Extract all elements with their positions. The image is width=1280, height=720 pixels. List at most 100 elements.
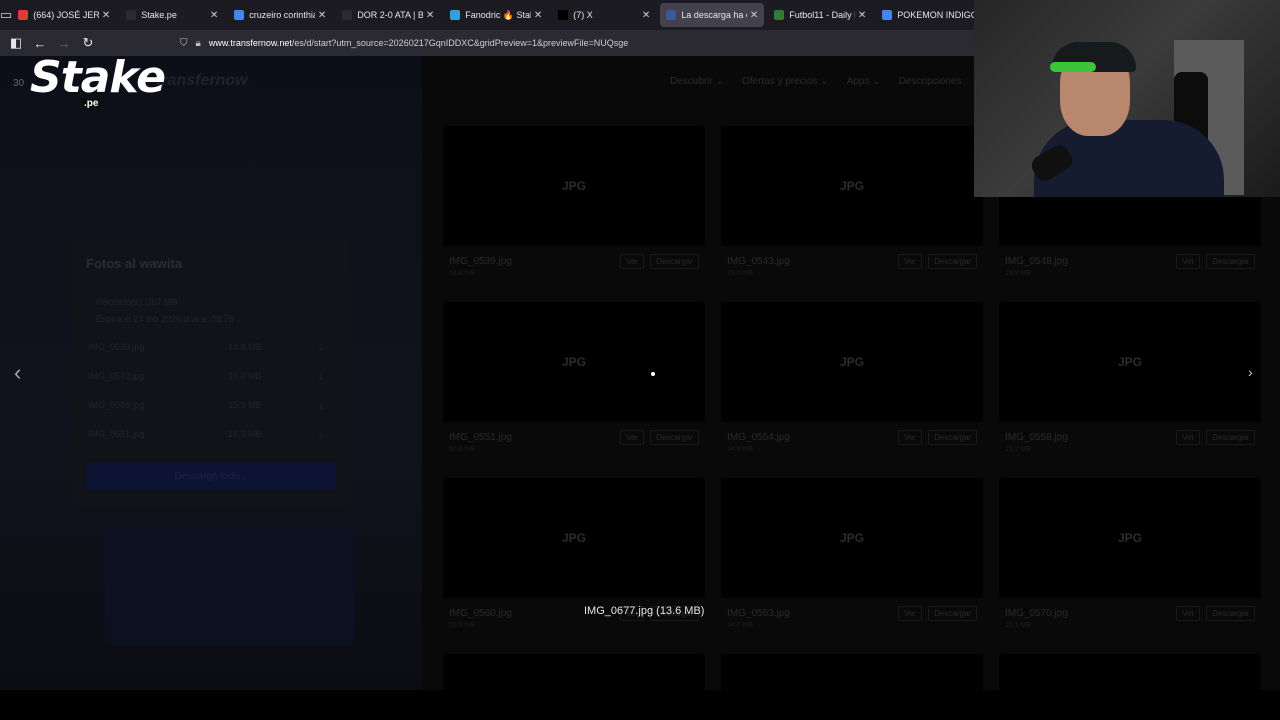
file-tile-name: IMG_0570.jpg bbox=[1005, 608, 1068, 619]
eye-icon[interactable]: ◌ bbox=[288, 342, 310, 353]
file-list: IMG_0539.jpg 14.8 MB ◌ ⤓ IMG_0543.jpg 15.0 MB… bbox=[86, 342, 336, 440]
file-tile-size: 16.3 MB bbox=[449, 446, 476, 453]
file-tile-size: 14.8 MB bbox=[449, 270, 476, 277]
close-tab-icon[interactable]: ✕ bbox=[534, 10, 542, 21]
view-button[interactable]: Ver bbox=[1176, 606, 1201, 621]
file-size: 15.9 MB bbox=[228, 400, 262, 410]
download-button[interactable]: Descargar bbox=[650, 430, 699, 445]
close-tab-icon[interactable]: ✕ bbox=[426, 10, 434, 21]
download-button[interactable]: Descargar bbox=[650, 254, 699, 269]
download-button[interactable]: Descargar bbox=[928, 606, 977, 621]
close-tab-icon[interactable]: ✕ bbox=[642, 10, 650, 21]
view-button[interactable]: Ver bbox=[1176, 430, 1201, 445]
view-button[interactable]: Ver bbox=[1176, 254, 1201, 269]
close-tab-icon[interactable]: ✕ bbox=[102, 10, 110, 21]
site-nav-item[interactable]: Ofertas y precios ⌄ bbox=[742, 76, 829, 87]
tab-favicon-icon bbox=[342, 10, 353, 20]
file-tile-size: 15.5 MB bbox=[449, 622, 476, 629]
file-tile-name: IMG_0543.jpg bbox=[727, 256, 790, 267]
file-tile-info: IMG_0554.jpg Ver Descargar bbox=[721, 422, 983, 445]
arrow-left-icon[interactable]: ← bbox=[28, 36, 52, 51]
eye-icon[interactable]: ◌ bbox=[288, 429, 310, 440]
arrow-right-icon[interactable]: → bbox=[52, 36, 76, 51]
lock-icon[interactable]: 🔒︎ bbox=[196, 38, 201, 49]
download-button[interactable]: Descargar bbox=[1206, 606, 1255, 621]
file-thumbnail[interactable] bbox=[443, 654, 705, 690]
url-bar[interactable]: ⛉ 🔒︎ www.transfernow.net/es/d/start?utm_… bbox=[180, 33, 974, 53]
download-button[interactable]: Descargar bbox=[928, 430, 977, 445]
download-button[interactable]: Descargar bbox=[928, 254, 977, 269]
bottom-bar bbox=[0, 690, 1280, 720]
file-tile-size: 15.0 MB bbox=[727, 270, 754, 277]
tab-label: POKEMON INDIGO bbox=[897, 10, 975, 20]
browser-tab[interactable]: cruzeiro corinthians✕ bbox=[228, 3, 332, 27]
browser-tab[interactable]: DOR 2-0 ATA | Borus✕ bbox=[336, 3, 440, 27]
file-tile[interactable]: JPG IMG_0558.jpg Ver Descargar 15.2 MB bbox=[999, 302, 1261, 454]
view-button[interactable]: Ver bbox=[898, 606, 923, 621]
download-button[interactable]: Descargar bbox=[1206, 430, 1255, 445]
file-tile[interactable]: JPG IMG_0539.jpg Ver Descargar 14.8 MB bbox=[443, 126, 705, 278]
view-button[interactable]: Ver bbox=[620, 430, 645, 445]
site-nav-item[interactable]: Apps ⌄ bbox=[847, 76, 881, 87]
file-thumbnail[interactable]: JPG bbox=[443, 126, 705, 246]
webcam-cap-brim bbox=[1050, 62, 1096, 72]
download-icon[interactable]: ⤓ bbox=[310, 400, 332, 411]
browser-tab[interactable]: La descarga ha com✕ bbox=[660, 3, 765, 27]
file-thumbnail[interactable] bbox=[999, 654, 1261, 690]
file-thumbnail[interactable]: JPG bbox=[721, 126, 983, 246]
chevron-right-icon[interactable]: › bbox=[1248, 364, 1253, 380]
sidebar-toggle-icon[interactable]: ◧ bbox=[4, 35, 28, 51]
site-nav-item[interactable]: Descubrir ⌄ bbox=[670, 76, 724, 87]
download-icon[interactable]: ⤓ bbox=[310, 371, 332, 382]
close-tab-icon[interactable]: ✕ bbox=[318, 10, 326, 21]
file-thumbnail[interactable]: JPG bbox=[443, 302, 705, 422]
close-tab-icon[interactable]: ✕ bbox=[210, 10, 218, 21]
eye-icon[interactable]: ◌ bbox=[288, 371, 310, 382]
file-thumbnail[interactable]: JPG bbox=[721, 302, 983, 422]
close-tab-icon[interactable]: ✕ bbox=[750, 10, 758, 21]
url-domain: www.transfernow.net bbox=[208, 38, 292, 48]
file-tile-name: IMG_0539.jpg bbox=[449, 256, 512, 267]
browser-tab[interactable]: Stake.pe ✕ bbox=[120, 3, 224, 27]
download-all-button[interactable]: Descarga todo ↓ bbox=[86, 462, 336, 490]
list-tabs-icon[interactable]: ▭ bbox=[0, 0, 12, 30]
tracking-shield-icon[interactable]: ⛉ bbox=[180, 38, 188, 49]
eye-icon[interactable]: ◌ bbox=[288, 400, 310, 411]
file-size: 15.0 MB bbox=[228, 371, 262, 381]
site-nav-item[interactable]: Descripciones bbox=[899, 76, 962, 87]
file-thumbnail[interactable]: JPG bbox=[443, 478, 705, 598]
file-tile[interactable]: JPG IMG_0551.jpg Ver Descargar 16.3 MB bbox=[443, 302, 705, 454]
tab-label: La descarga ha com bbox=[681, 10, 747, 20]
file-tile[interactable]: JPG IMG_0570.jpg Ver Descargar 15.1 MB bbox=[999, 478, 1261, 630]
browser-tab[interactable]: (7) X ✕ bbox=[552, 3, 656, 27]
chevron-left-icon[interactable]: ‹ bbox=[14, 360, 21, 386]
file-thumbnail[interactable]: JPG bbox=[721, 478, 983, 598]
file-thumbnail[interactable]: JPG bbox=[999, 302, 1261, 422]
tab-strip: ▭ (664) JOSÉ JERÍ YA N✕Stake.pe✕cruzeiro… bbox=[0, 0, 980, 30]
file-tile[interactable]: JPG IMG_0554.jpg Ver Descargar 14.9 MB bbox=[721, 302, 983, 454]
file-tile-name: IMG_0551.jpg bbox=[449, 432, 512, 443]
download-button[interactable]: Descargar bbox=[1206, 254, 1255, 269]
view-button[interactable]: Ver bbox=[898, 430, 923, 445]
file-row: IMG_0539.jpg 14.8 MB ◌ ⤓ bbox=[86, 342, 336, 353]
browser-tab[interactable]: Fanodric 🔥 Stak ✕ bbox=[444, 3, 548, 27]
view-button[interactable]: Ver bbox=[620, 254, 645, 269]
file-thumbnail[interactable]: JPG bbox=[999, 478, 1261, 598]
file-tile[interactable]: JPG IMG_0563.jpg Ver Descargar 14.7 MB bbox=[721, 478, 983, 630]
file-tile-info: IMG_0548.jpg Ver Descargar bbox=[999, 246, 1261, 269]
file-thumbnail[interactable] bbox=[721, 654, 983, 690]
download-icon[interactable]: ⤓ bbox=[310, 429, 332, 440]
browser-tab[interactable]: Futbol11 - Daily Foo✕ bbox=[768, 3, 872, 27]
view-button[interactable]: Ver bbox=[898, 254, 923, 269]
browser-tab[interactable]: POKEMON INDIGO bbox=[876, 3, 980, 27]
download-icon[interactable]: ⤓ bbox=[310, 342, 332, 353]
reload-icon[interactable]: ↻ bbox=[76, 35, 100, 51]
browser-tab[interactable]: (664) JOSÉ JERÍ YA N✕ bbox=[12, 3, 116, 27]
tab-label: Stake.pe bbox=[141, 10, 177, 20]
tab-favicon-icon bbox=[558, 10, 569, 20]
site-logo[interactable]: transfernow bbox=[156, 72, 248, 90]
tab-label: DOR 2-0 ATA | Borus bbox=[357, 10, 423, 20]
close-tab-icon[interactable]: ✕ bbox=[858, 10, 866, 21]
file-tile-name: IMG_0558.jpg bbox=[1005, 432, 1068, 443]
file-tile[interactable]: JPG IMG_0543.jpg Ver Descargar 15.0 MB bbox=[721, 126, 983, 278]
